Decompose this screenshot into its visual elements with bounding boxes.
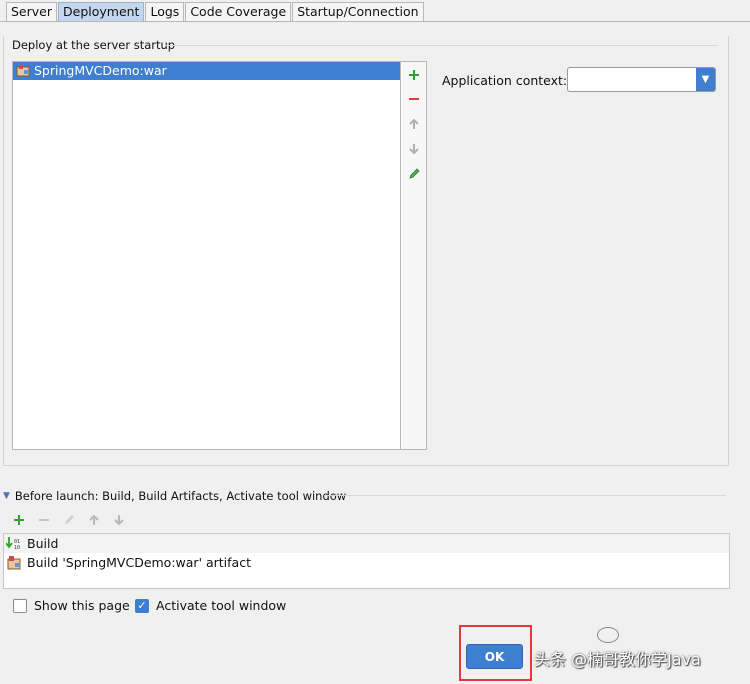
edit-icon[interactable] — [56, 511, 81, 529]
activate-tool-window-label: Activate tool window — [156, 598, 287, 613]
activate-tool-window-checkbox[interactable]: ✓ Activate tool window — [135, 598, 286, 613]
tab-bar: Server Deployment Logs Code Coverage Sta… — [6, 2, 425, 22]
move-up-icon[interactable] — [81, 511, 106, 529]
build-step-label: Build — [27, 536, 59, 551]
remove-icon[interactable] — [401, 89, 426, 109]
before-launch-list[interactable]: 01 10 Build Build 'SpringMVCDemo:war' ar… — [3, 533, 730, 589]
artifact-icon — [6, 555, 22, 571]
artifact-icon — [16, 64, 30, 78]
checkbox-box[interactable] — [13, 598, 27, 613]
build-artifact-step-label: Build 'SpringMVCDemo:war' artifact — [27, 555, 251, 570]
list-item[interactable]: Build 'SpringMVCDemo:war' artifact — [4, 553, 729, 572]
tab-deployment[interactable]: Deployment — [58, 2, 145, 22]
collapse-triangle-icon[interactable]: ▼ — [3, 491, 10, 501]
remove-icon[interactable] — [31, 511, 56, 529]
list-item[interactable]: 01 10 Build — [4, 534, 729, 553]
list-item[interactable]: SpringMVCDemo:war — [13, 62, 400, 80]
move-down-icon[interactable] — [106, 511, 131, 529]
edit-icon[interactable] — [401, 164, 426, 184]
show-this-page-checkbox[interactable]: Show this page — [13, 598, 130, 613]
section-divider — [165, 45, 718, 46]
artifact-label: SpringMVCDemo:war — [34, 63, 167, 78]
before-launch-header[interactable]: ▼ Before launch: Build, Build Artifacts,… — [3, 489, 346, 503]
add-icon[interactable] — [6, 511, 31, 529]
tab-logs[interactable]: Logs — [145, 2, 185, 22]
tab-divider — [0, 21, 750, 22]
tab-startup-connection[interactable]: Startup/Connection — [292, 2, 424, 22]
deploy-side-toolbar — [400, 61, 427, 450]
build-icon: 01 10 — [5, 536, 22, 552]
add-icon[interactable] — [401, 65, 426, 85]
ok-button[interactable]: OK — [466, 644, 523, 669]
move-down-icon[interactable] — [401, 139, 426, 159]
application-context-dropdown[interactable]: ▼ — [567, 67, 716, 92]
watermark-text: 头条 @楠哥教你学Java — [534, 650, 701, 669]
checkmark-icon[interactable]: ✓ — [135, 598, 149, 613]
show-this-page-label: Show this page — [34, 598, 130, 613]
application-context-label: Application context: — [442, 73, 568, 88]
deploy-section-title: Deploy at the server startup — [12, 38, 176, 52]
before-launch-title: Before launch: Build, Build Artifacts, A… — [14, 489, 347, 503]
svg-text:10: 10 — [14, 545, 20, 551]
tab-server[interactable]: Server — [6, 2, 57, 22]
move-up-icon[interactable] — [401, 114, 426, 134]
before-launch-divider — [324, 495, 726, 496]
chevron-down-icon[interactable]: ▼ — [696, 68, 715, 91]
wechat-logo-icon — [597, 627, 619, 643]
before-launch-toolbar — [6, 511, 131, 529]
deploy-artifact-list[interactable]: SpringMVCDemo:war — [12, 61, 401, 450]
tab-code-coverage[interactable]: Code Coverage — [185, 2, 292, 22]
